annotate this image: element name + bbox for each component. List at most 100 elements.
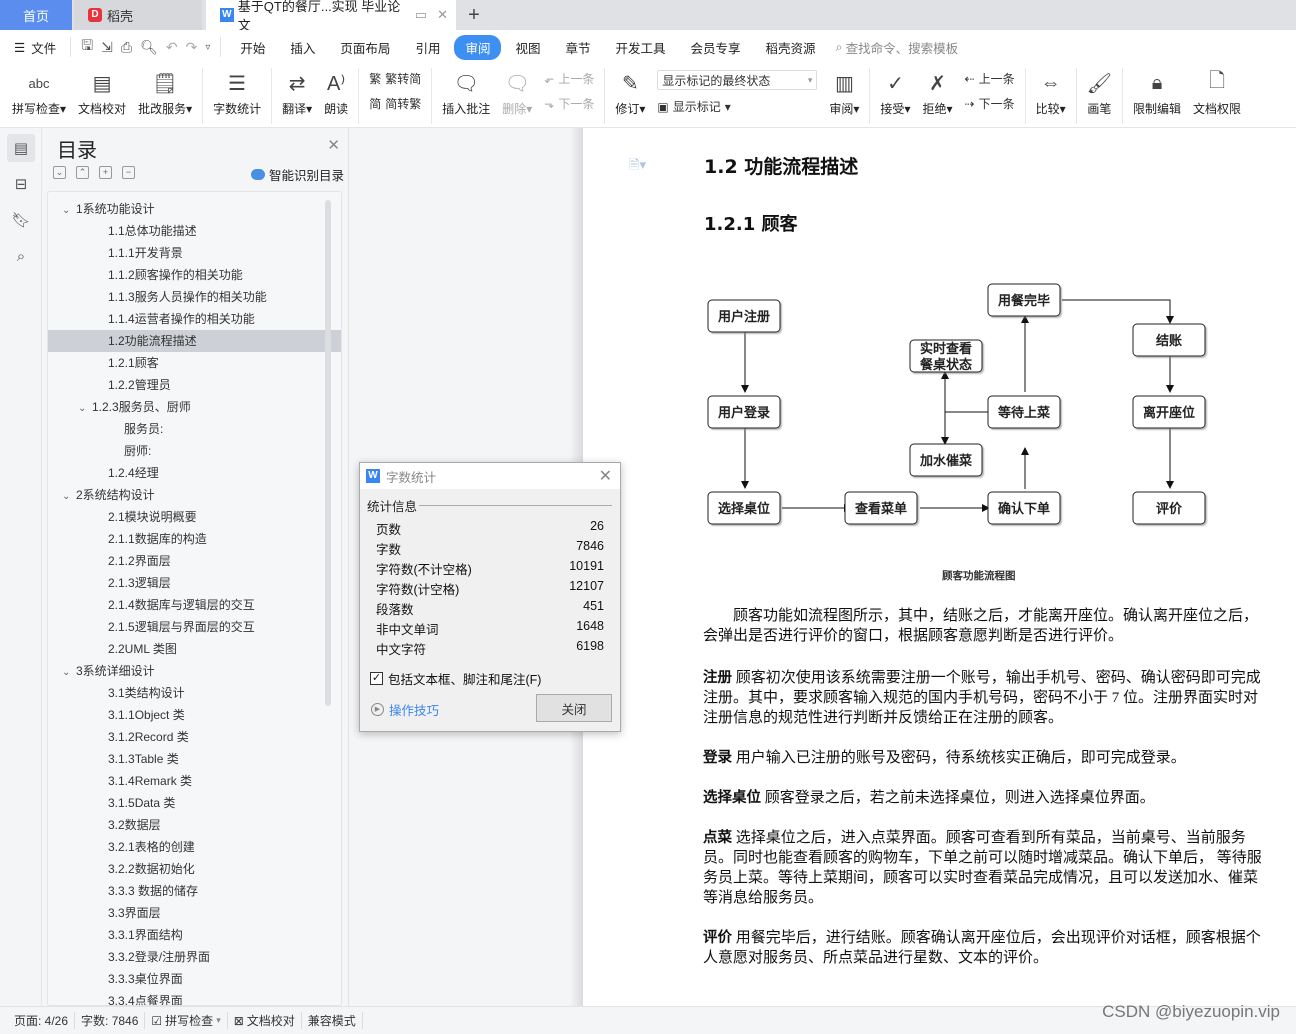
toc-item[interactable]: 厨师: (48, 440, 341, 462)
page-indicator[interactable]: 页面: 4/26 (8, 1012, 76, 1029)
toc-item[interactable]: 3.3.3桌位界面 (48, 968, 341, 990)
toc-item[interactable]: 3.1类结构设计 (48, 682, 341, 704)
show-markup-button[interactable]: ▣ 显示标记 ▾ (657, 98, 817, 115)
toc-item[interactable]: 1.1.4运营者操作的相关功能 (48, 308, 341, 330)
tips-link[interactable]: ▶ 操作技巧 (371, 700, 439, 719)
compare-button[interactable]: ⇔ 比较▾ (1030, 68, 1072, 117)
toc-item[interactable]: 2.1.1数据库的构造 (48, 528, 341, 550)
read-aloud-button[interactable]: A⁾ 朗读 (318, 68, 354, 117)
undo-icon[interactable]: ↶ (166, 39, 178, 56)
toc-item[interactable]: 2.1.3逻辑层 (48, 572, 341, 594)
toc-item[interactable]: 3.3.4点餐界面 (48, 990, 341, 1005)
chapter-nav-button[interactable]: ⊟ (7, 170, 35, 198)
close-icon[interactable]: ✕ (599, 466, 612, 486)
ribbon-tab[interactable]: 引用 (404, 35, 451, 60)
next-comment-button[interactable]: ⬎ 下一条 (544, 95, 594, 112)
toc-item[interactable]: 1.2.1顾客 (48, 352, 341, 374)
chevron-down-icon[interactable]: ⌄ (78, 398, 92, 420)
toc-item[interactable]: 服务员: (48, 418, 341, 440)
prev-comment-button[interactable]: ⬐ 上一条 (544, 70, 594, 87)
doc-proofread-button[interactable]: ▤ 文档校对 (72, 68, 132, 117)
toc-item[interactable]: 3.3.3 数据的储存 (48, 880, 341, 902)
toc-item[interactable]: 1.2功能流程描述 (48, 330, 341, 352)
trad-to-simp-button[interactable]: 繁繁转简 (369, 70, 421, 87)
expand-all-icon[interactable]: ⌄ (53, 166, 66, 179)
correction-service-button[interactable]: 🗒 批改服务▾ (132, 68, 198, 117)
restrict-edit-button[interactable]: 🔒︎ 限制编辑 (1127, 68, 1187, 117)
toc-item[interactable]: 3.2.1表格的创建 (48, 836, 341, 858)
toc-item[interactable]: 1.1总体功能描述 (48, 220, 341, 242)
toc-item[interactable]: 3.3.1界面结构 (48, 924, 341, 946)
toc-item[interactable]: 3.1.4Remark 类 (48, 770, 341, 792)
ribbon-tab[interactable]: 稻壳资源 (755, 35, 827, 60)
toc-item[interactable]: ⌄ 1.2.3服务员、厨师 (48, 396, 341, 418)
delete-comment-button[interactable]: 🗨 删除▾ (496, 68, 538, 117)
next-change-button[interactable]: ⇢ 下一条 (965, 95, 1015, 112)
translate-button[interactable]: ⇄ 翻译▾ (276, 68, 318, 117)
smart-toc-button[interactable]: 智能识别目录 (250, 165, 344, 184)
close-tab-icon[interactable]: ✕ (437, 7, 448, 23)
toc-scrollbar[interactable] (325, 200, 331, 706)
close-button[interactable]: 关闭 (536, 694, 612, 722)
toc-item[interactable]: 3.3.2登录/注册界面 (48, 946, 341, 968)
insert-comment-button[interactable]: 🗨 插入批注 (436, 68, 496, 117)
export-icon[interactable]: ⇲ (101, 39, 113, 56)
chevron-down-icon[interactable]: ⌄ (62, 200, 76, 222)
toc-item[interactable]: ⌄ 1系统功能设计 (48, 198, 341, 220)
toc-item[interactable]: 3.2数据层 (48, 814, 341, 836)
ribbon-tab[interactable]: 会员专享 (680, 35, 752, 60)
remove-level-icon[interactable]: − (122, 166, 135, 179)
spell-check-button[interactable]: abc 拼写检查▾ (0, 68, 72, 117)
toc-item[interactable]: 3.2.2数据初始化 (48, 858, 341, 880)
toc-panel-button[interactable]: ▤ (7, 134, 35, 162)
bookmark-button[interactable]: 🔖︎ (7, 206, 35, 234)
collapse-all-icon[interactable]: ⌃ (76, 166, 89, 179)
redo-icon[interactable]: ↷ (186, 39, 198, 56)
word-count-button[interactable]: ☰ 字数统计 (207, 68, 267, 117)
markup-state-select[interactable]: 显示标记的最终状态 ▾ (657, 70, 818, 90)
ribbon-tab[interactable]: 开发工具 (605, 35, 677, 60)
command-search[interactable]: ⌕ 查找命令、搜索模板 (836, 38, 959, 57)
chevron-down-icon[interactable]: ⌄ (62, 662, 76, 684)
toc-item[interactable]: ⌄ 2系统结构设计 (48, 484, 341, 506)
float-window-icon[interactable]: ▭ (415, 7, 427, 23)
toc-item[interactable]: 3.1.5Data 类 (48, 792, 341, 814)
ribbon-tab[interactable]: 插入 (279, 35, 326, 60)
tab-home[interactable]: 首页 (0, 0, 72, 30)
doc-permission-button[interactable]: 🗋 文档权限 (1187, 68, 1247, 117)
document-page[interactable]: 🗎▾ 1.2 功能流程描述 1.2.1 顾客 用户注册 用户登录 选择桌位 查看… (583, 128, 1296, 1006)
accept-button[interactable]: ✓ 接受▾ (874, 68, 916, 117)
toc-item[interactable]: 1.2.2管理员 (48, 374, 341, 396)
word-count-indicator[interactable]: 字数: 7846 (75, 1012, 146, 1029)
toc-item[interactable]: 1.1.1开发背景 (48, 242, 341, 264)
include-textbox-checkbox[interactable]: ✓ 包括文本框、脚注和尾注(F) (370, 669, 541, 688)
paragraph-layout-icon[interactable]: 🗎▾ (629, 156, 646, 178)
tab-daoke[interactable]: D 稻壳 (74, 0, 202, 30)
toc-item[interactable]: 3.3界面层 (48, 902, 341, 924)
dialog-titlebar[interactable]: W 字数统计 ✕ (360, 463, 620, 489)
review-pane-button[interactable]: ▥ 审阅▾ (823, 68, 865, 117)
find-button[interactable]: ⌕ (7, 242, 35, 270)
ribbon-tab[interactable]: 开始 (229, 35, 276, 60)
spell-check-status[interactable]: ☑ 拼写检查 ▾ (145, 1012, 228, 1029)
pen-button[interactable]: 🖌 画笔 (1081, 68, 1118, 117)
simp-to-trad-button[interactable]: 简简转繁 (369, 95, 421, 112)
proofread-status[interactable]: ⊠ 文档校对 (228, 1012, 302, 1029)
toc-item[interactable]: ⌄ 3系统详细设计 (48, 660, 341, 682)
prev-change-button[interactable]: ⇠ 上一条 (965, 70, 1015, 87)
toc-item[interactable]: 3.1.3Table 类 (48, 748, 341, 770)
toc-item[interactable]: 2.1.5逻辑层与界面层的交互 (48, 616, 341, 638)
toc-item[interactable]: 2.1模块说明概要 (48, 506, 341, 528)
toc-item[interactable]: 1.2.4经理 (48, 462, 341, 484)
toc-item[interactable]: 2.2UML 类图 (48, 638, 341, 660)
ribbon-tab[interactable]: 章节 (554, 35, 601, 60)
toc-item[interactable]: 3.1.2Record 类 (48, 726, 341, 748)
close-icon[interactable]: ✕ (327, 136, 340, 154)
toc-item[interactable]: 3.1.1Object 类 (48, 704, 341, 726)
customize-dropdown-icon[interactable]: ▿ (205, 42, 210, 53)
print-preview-icon[interactable]: 🔍︎ (140, 39, 158, 56)
add-level-icon[interactable]: + (99, 166, 112, 179)
toc-item[interactable]: 1.1.3服务人员操作的相关功能 (48, 286, 341, 308)
file-menu[interactable]: ☰ 文件 (14, 38, 56, 57)
toc-item[interactable]: 2.1.4数据库与逻辑层的交互 (48, 594, 341, 616)
